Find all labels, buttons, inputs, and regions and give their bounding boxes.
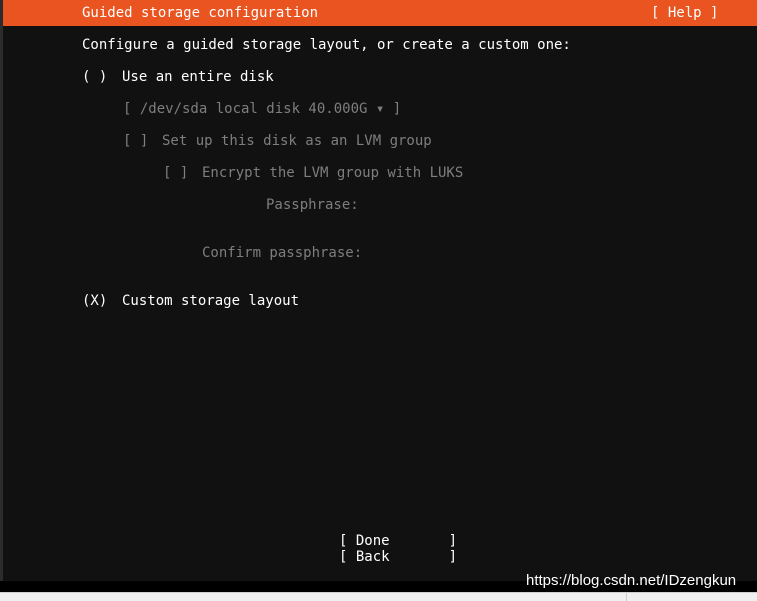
entire-disk-radio[interactable]: ( ) [82,69,107,85]
confirm-passphrase-label: Confirm passphrase: [202,245,363,261]
configuration-prompt: Configure a guided storage layout, or cr… [82,37,571,53]
lvm-checkbox[interactable]: [ ] [123,133,148,149]
page-title: Guided storage configuration [82,5,319,21]
encrypt-checkbox[interactable]: [ ] [163,165,188,181]
done-button[interactable]: [ Done ] [339,533,457,549]
custom-layout-radio[interactable]: (X) [82,293,107,309]
help-button[interactable]: [ Help ] [651,5,718,21]
watermark-text: https://blog.csdn.net/IDzengkun [526,572,737,589]
encrypt-label: Encrypt the LVM group with LUKS [202,165,464,181]
installer-window: Guided storage configuration [ Help ] Co… [0,0,757,592]
back-button[interactable]: [ Back ] [339,549,457,565]
terminal-screen: Guided storage configuration [ Help ] Co… [3,0,757,581]
custom-layout-label[interactable]: Custom storage layout [122,293,299,309]
entire-disk-label[interactable]: Use an entire disk [122,69,274,85]
disk-select[interactable]: [ /dev/sda local disk 40.000G ▾ ] [123,101,401,117]
passphrase-label: Passphrase: [266,197,359,213]
lvm-label: Set up this disk as an LVM group [162,133,432,149]
